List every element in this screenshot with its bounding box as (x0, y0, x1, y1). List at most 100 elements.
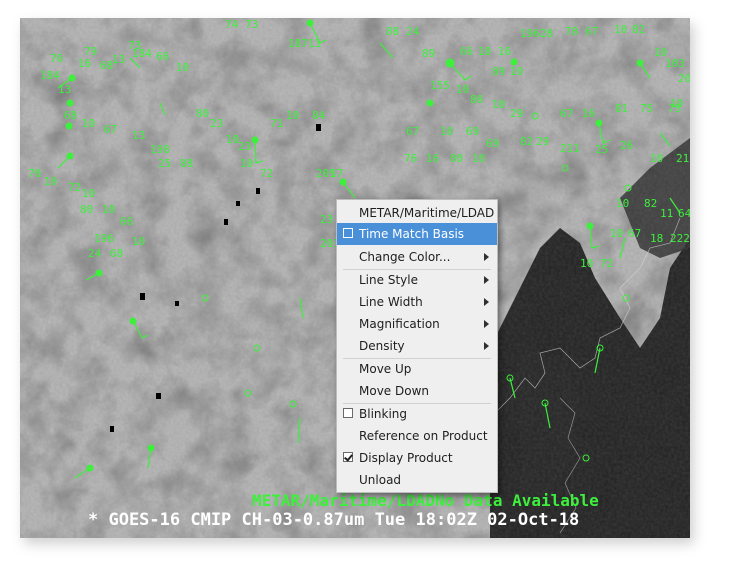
station-value: 82 (644, 197, 658, 210)
station-value: 16 (498, 45, 512, 58)
station-value: 80 (196, 107, 210, 120)
station-value: 66 (156, 50, 170, 63)
station-value: 23 (210, 117, 224, 130)
menu-item-label: Reference on Product (359, 429, 488, 443)
station-value: 78 (565, 25, 579, 38)
station-value: 10 (102, 203, 116, 216)
checkmark-icon[interactable] (343, 452, 353, 462)
station-value: 80 (450, 152, 464, 165)
station-value: 13 (132, 129, 146, 142)
menu-item-time-match-basis[interactable]: Time Match Basis (337, 223, 497, 245)
station-value: 10 (456, 83, 470, 96)
station-value: 13 (112, 53, 126, 66)
station-value: 29 (536, 135, 550, 148)
station-value: 10 (472, 152, 486, 165)
checkbox-icon[interactable] (343, 408, 353, 418)
submenu-arrow-icon (484, 320, 489, 328)
station-value: 16 (582, 107, 596, 120)
station-value: 67 (560, 107, 574, 120)
station-value: 81 (615, 102, 629, 115)
station-value: 212 (676, 152, 690, 165)
menu-item-label: Unload (359, 473, 402, 487)
station-value: 88 (386, 25, 400, 38)
station-value: 10 (286, 109, 300, 122)
station-value: 29 (510, 107, 524, 120)
station-value: 10 (510, 65, 524, 78)
station-value: 202 (678, 72, 690, 85)
menu-item-label: Line Width (359, 295, 423, 309)
submenu-arrow-icon (484, 276, 489, 284)
station-value: 68 (110, 247, 124, 260)
menu-item-reference-on-product[interactable]: Reference on Product (337, 425, 497, 447)
station-value: 66 (460, 45, 474, 58)
station-value: 10 (82, 187, 96, 200)
layer-context-menu: METAR/Maritime/LDAD Time Match Basis Cha… (336, 199, 498, 493)
station-value: 80 (80, 203, 94, 216)
menu-item-display-product[interactable]: Display Product (337, 447, 497, 469)
station-value: 89 (422, 47, 436, 60)
station-value: 198 (150, 143, 170, 156)
checkbox-icon[interactable] (343, 228, 353, 238)
station-value: 80 (470, 93, 484, 106)
station-value: 10 (650, 152, 664, 165)
station-value: 10 (132, 235, 146, 248)
station-value: 187 (288, 37, 308, 50)
station-value: 196 (520, 27, 540, 40)
menu-item-move-down[interactable]: Move Down (337, 380, 497, 402)
station-value: 72 (600, 257, 614, 270)
station-value: 23 (320, 213, 334, 226)
station-value: 103 (665, 57, 685, 70)
station-value: 10 (440, 125, 454, 138)
station-value: 16 (78, 57, 92, 70)
station-value: 222 (670, 232, 690, 245)
submenu-arrow-icon (484, 342, 489, 350)
station-value: 82 (632, 23, 646, 36)
station-value: 67 (585, 25, 599, 38)
station-value: 10 (82, 117, 96, 130)
station-value: 74 (225, 18, 239, 31)
menu-item-layer-name[interactable]: METAR/Maritime/LDAD (337, 202, 497, 224)
menu-item-label: Line Style (359, 273, 418, 287)
station-value: 64 (678, 207, 690, 220)
product-legend[interactable]: * GOES-16 CMIP CH-03-0.87um Tue 18:02Z 0… (88, 510, 579, 530)
station-value: 155 (430, 79, 450, 92)
station-value: 67 (104, 123, 118, 136)
menu-item-label: Move Up (359, 362, 412, 376)
menu-item-change-color[interactable]: Change Color... (337, 246, 497, 268)
menu-item-label: Density (359, 339, 405, 353)
station-value: 25 (595, 143, 609, 156)
menu-item-line-style[interactable]: Line Style (337, 269, 497, 291)
menu-item-line-width[interactable]: Line Width (337, 291, 497, 313)
station-value: 13 (58, 83, 72, 96)
station-value: 18 (478, 45, 492, 58)
menu-item-label: Change Color... (359, 250, 451, 264)
station-value: 10 (492, 98, 506, 111)
submenu-arrow-icon (484, 253, 489, 261)
station-value: 75 (640, 102, 654, 115)
station-value: 10 (240, 157, 254, 170)
station-value: 76 (50, 52, 64, 65)
menu-item-unload[interactable]: Unload (337, 469, 497, 491)
no-data-caption: METAR/Maritime/LDADNo Data Available (252, 491, 599, 510)
station-value: 68 (64, 109, 78, 122)
station-value: 26 (620, 139, 634, 152)
station-value: 73 (245, 18, 259, 31)
station-value: 11 (660, 207, 674, 220)
station-value: 72 (260, 167, 274, 180)
station-value: 82 (520, 135, 534, 148)
station-value: 184 (132, 47, 152, 60)
station-value: 17 (330, 167, 344, 180)
menu-item-move-up[interactable]: Move Up (337, 358, 497, 380)
station-value: 69 (486, 137, 500, 150)
station-value: 68 (100, 59, 114, 72)
station-value: 75 (668, 102, 682, 115)
menu-item-magnification[interactable]: Magnification (337, 313, 497, 335)
station-value: 88 (180, 157, 194, 170)
station-value: 10 (580, 257, 594, 270)
station-value: 23 (238, 140, 252, 153)
menu-item-blinking[interactable]: Blinking (337, 403, 497, 425)
station-value: 69 (466, 125, 480, 138)
menu-item-density[interactable]: Density (337, 335, 497, 357)
station-value: 71 (270, 117, 284, 130)
station-value: 25 (158, 157, 172, 170)
